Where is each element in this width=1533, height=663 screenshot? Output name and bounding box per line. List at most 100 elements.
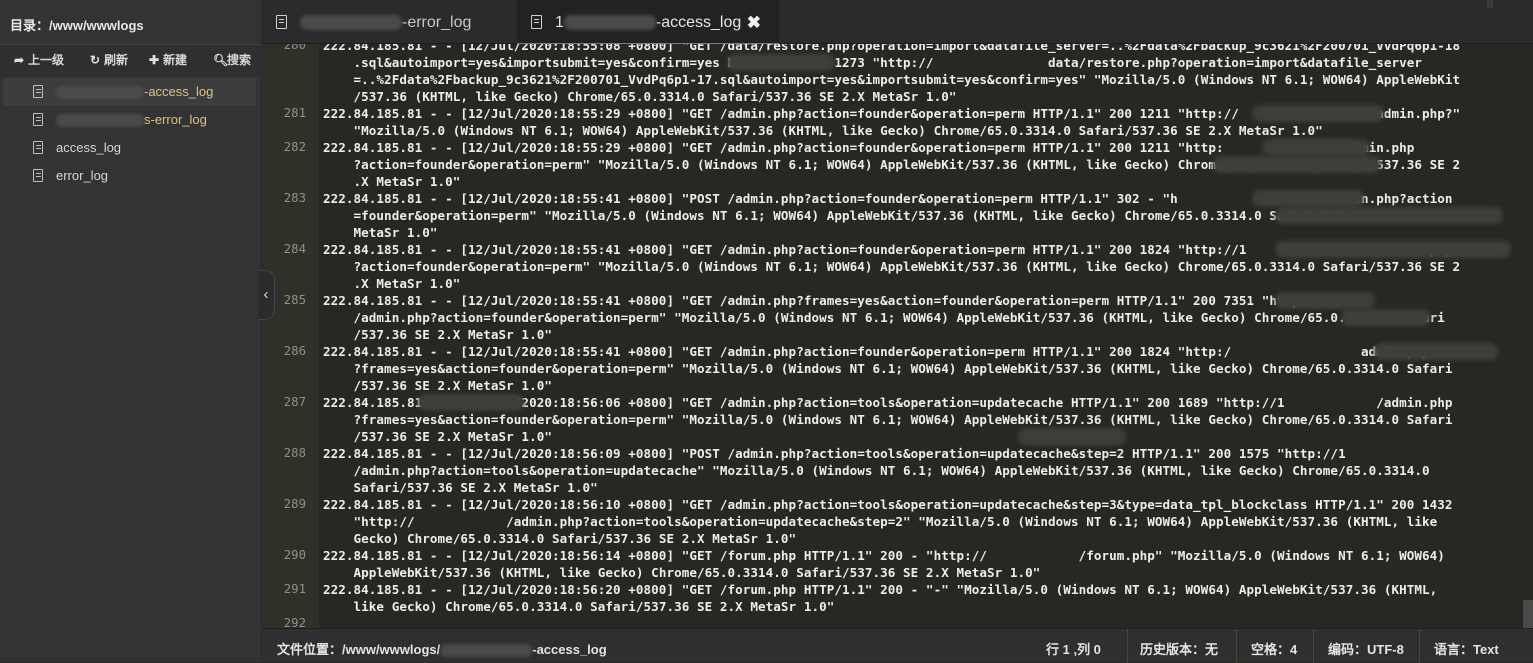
redacted-hostname <box>1213 156 1381 173</box>
go-up-button[interactable]: ➦ 上一级 <box>14 51 64 68</box>
new-label: 新建 <box>163 53 188 67</box>
redacted-hostname <box>1262 139 1370 156</box>
indent-setting[interactable]: 空格：4 <box>1251 639 1297 658</box>
file-item-site-error-log[interactable]: s-error_log <box>3 106 256 134</box>
code-text: ?frames=yes&action=founder&operation=per… <box>323 412 1453 427</box>
file-name: access_log <box>56 140 122 155</box>
file-icon <box>33 141 43 154</box>
redacted-hostname <box>1341 309 1431 326</box>
refresh-button[interactable]: ↻ 刷新 <box>90 51 128 68</box>
code-text: Gecko) Chrome/65.0.3314.0 Safari/537.36 … <box>323 531 797 546</box>
file-item-error-log[interactable]: error_log <box>3 162 256 190</box>
file-icon <box>33 169 43 182</box>
code-text: 222.84.185.81 - - [12/Jul/2020:18:56:09 … <box>323 446 1346 461</box>
language-setting[interactable]: 语言：Text <box>1434 639 1499 658</box>
file-name: error_log <box>56 168 109 183</box>
code-text: 222.84.185.81 - - [12/Jul/2020:18:55:08 … <box>323 44 1461 53</box>
divider <box>1236 629 1237 663</box>
encoding-setting[interactable]: 编码：UTF-8 <box>1328 639 1404 658</box>
redacted-hostname <box>1275 207 1503 224</box>
code-text: "Mozilla/5.0 (Windows NT 6.1; WOW64) App… <box>323 123 1323 138</box>
file-item-site-access-log[interactable]: -access_log <box>3 78 256 106</box>
code-text: /admin.php?action=founder&operation=perm… <box>323 310 1445 325</box>
cursor-position[interactable]: 行 1 ,列 0 <box>1046 639 1101 658</box>
file-name: s-error_log <box>56 112 207 128</box>
tab-scroll-indicator <box>1487 0 1493 8</box>
line-number: 283 <box>283 191 306 205</box>
line-number: 286 <box>283 344 306 358</box>
divider <box>1313 629 1314 663</box>
code-text: ?action=founder&operation=perm" "Mozilla… <box>323 259 1461 274</box>
file-location-suffix: -access_log <box>532 642 607 657</box>
file-icon <box>276 15 287 29</box>
tab-label: 1 -access_log <box>555 0 741 46</box>
go-up-label: 上一级 <box>28 53 65 67</box>
line-number: 290 <box>283 548 306 562</box>
code-text: .sql&autoimport=yes&importsubmit=yes&con… <box>323 55 1423 70</box>
divider <box>1419 629 1420 663</box>
redacted-text <box>563 15 656 31</box>
close-tab-icon[interactable]: ✖ <box>747 0 761 46</box>
search-icon: 🔍︎ <box>213 53 229 67</box>
code-text: /537.36 SE 2.X MetaSr 1.0" <box>323 429 552 444</box>
redacted-text <box>440 644 533 658</box>
vertical-scrollbar[interactable] <box>1519 44 1533 628</box>
tab-error-log[interactable]: -error_log <box>262 0 517 44</box>
line-number: 291 <box>283 582 306 596</box>
file-icon <box>33 85 43 98</box>
line-number: 282 <box>283 140 306 154</box>
file-icon <box>531 15 542 29</box>
file-location: 文件位置：/www/wwwlogs/ -access_log <box>277 639 607 658</box>
search-button[interactable]: 🔍︎搜索 <box>213 51 251 68</box>
code-text: =..%2Fdata%2Fbackup_9c3621%2F200701_VvdP… <box>323 72 1461 87</box>
tab-label-suffix: -access_log <box>655 14 742 31</box>
redacted-hostname <box>1374 343 1498 360</box>
redacted-hostname <box>1275 241 1511 258</box>
tab-label-prefix: 1 <box>555 14 564 31</box>
divider <box>1127 629 1128 663</box>
code-text: MetaSr 1.0" <box>323 225 438 240</box>
tab-access-log[interactable]: 1 -access_log ✖ <box>517 0 779 46</box>
code-text: 222.84.185.81 - - [12/Jul/2020:18:56:20 … <box>323 582 1438 597</box>
new-file-button[interactable]: ✚ 新建 <box>149 51 187 68</box>
file-explorer-sidebar: 目录：/www/wwwlogs ➦ 上一级 ↻ 刷新 ✚ 新建 🔍︎搜索 -acces… <box>0 0 262 662</box>
redacted-hostname <box>1252 190 1364 207</box>
chevron-left-icon: ‹ <box>263 286 269 303</box>
redacted-text <box>56 86 144 100</box>
up-arrow-icon: ➦ <box>14 53 25 67</box>
sidebar-toolbar: ➦ 上一级 ↻ 刷新 ✚ 新建 🔍︎搜索 <box>0 44 262 76</box>
file-name: -access_log <box>56 84 214 100</box>
status-bar: 文件位置：/www/wwwlogs/ -access_log 行 1 ,列 0 历… <box>262 628 1533 663</box>
tab-label: -error_log <box>300 0 471 46</box>
scrollbar-thumb[interactable] <box>1523 600 1533 628</box>
redacted-hostname <box>1018 428 1126 445</box>
redacted-hostname <box>1275 292 1375 309</box>
file-icon <box>33 113 43 126</box>
line-number: 281 <box>283 106 306 120</box>
search-label: 搜索 <box>227 53 252 67</box>
redacted-text <box>56 114 144 128</box>
collapse-sidebar-button[interactable]: ‹ <box>258 270 275 320</box>
code-editor[interactable]: 280 222.84.185.81 - - [12/Jul/2020:18:55:… <box>262 44 1533 628</box>
file-item-access-log[interactable]: access_log <box>3 134 256 162</box>
file-name-suffix: -access_log <box>144 84 214 99</box>
redacted-hostname <box>1252 105 1384 122</box>
code-text: /admin.php?action=tools&operation=update… <box>323 463 1430 478</box>
refresh-icon: ↻ <box>90 53 101 67</box>
directory-title: 目录：/www/wwwlogs <box>10 18 144 33</box>
line-number: 287 <box>283 395 306 409</box>
code-text: like Gecko) Chrome/65.0.3314.0 Safari/53… <box>323 599 835 614</box>
code-text: Safari/537.36 SE 2.X MetaSr 1.0" <box>323 480 598 495</box>
history-version[interactable]: 历史版本：无 <box>1140 639 1218 658</box>
redacted-hostname <box>727 54 835 71</box>
code-text: 222.84.185.81 - - [12/Jul/2020:18:55:41 … <box>323 344 1430 359</box>
code-text: 222.84.185.81 - - [12/Jul/2020:18:56:14 … <box>323 548 1445 563</box>
line-number: 289 <box>283 497 306 511</box>
file-list: -access_log s-error_log access_log error… <box>0 78 262 190</box>
line-number: 280 <box>283 44 306 52</box>
code-text: .X MetaSr 1.0" <box>323 174 461 189</box>
code-text: /537.36 SE 2.X MetaSr 1.0" <box>323 327 552 342</box>
line-number-gutter <box>262 44 319 628</box>
code-text: AppleWebKit/537.36 (KHTML, like Gecko) C… <box>323 565 1041 580</box>
tab-label-suffix: -error_log <box>402 14 472 31</box>
